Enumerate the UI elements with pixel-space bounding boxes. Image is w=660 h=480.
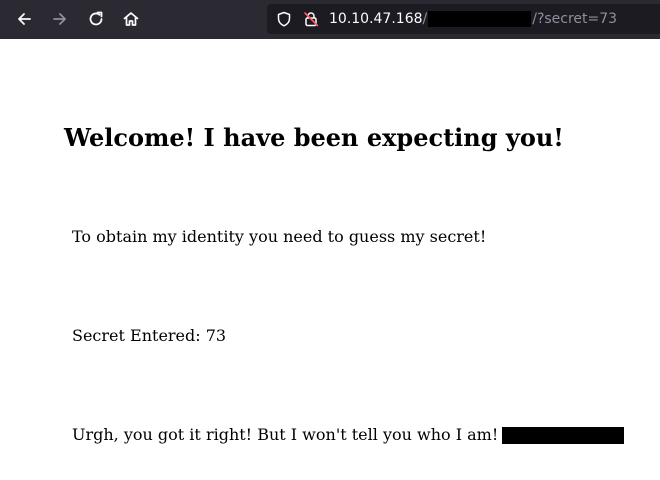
- insecure-lock-icon[interactable]: [303, 11, 319, 27]
- reload-button[interactable]: [85, 8, 107, 30]
- url-host: 10.10.47.168: [329, 11, 423, 27]
- result-text: Urgh, you got it right! But I won't tell…: [72, 425, 499, 444]
- arrow-right-icon: [53, 13, 66, 25]
- arrow-left-icon: [18, 13, 31, 25]
- page-heading: Welcome! I have been expecting you!: [64, 123, 564, 152]
- secret-entered-text: Secret Entered: 73: [72, 326, 227, 345]
- url-query: /?secret=73: [532, 11, 618, 27]
- shield-icon[interactable]: [276, 11, 292, 27]
- forward-button[interactable]: [49, 8, 71, 30]
- identity-redaction: [502, 427, 625, 444]
- home-button[interactable]: [120, 8, 142, 30]
- back-button[interactable]: [13, 8, 35, 30]
- url-redaction: [428, 11, 532, 27]
- home-icon: [123, 12, 139, 26]
- page-content: Welcome! I have been expecting you! To o…: [0, 39, 660, 480]
- url-bar[interactable]: 10.10.47.168/ /?secret=73: [267, 4, 660, 34]
- reload-icon: [89, 11, 103, 26]
- result-line: Urgh, you got it right! But I won't tell…: [72, 424, 625, 446]
- browser-toolbar: 10.10.47.168/ /?secret=73: [0, 0, 660, 39]
- url-slash: /: [422, 11, 428, 27]
- url-text: 10.10.47.168/ /?secret=73: [329, 10, 617, 28]
- instruction-text: To obtain my identity you need to guess …: [72, 227, 487, 246]
